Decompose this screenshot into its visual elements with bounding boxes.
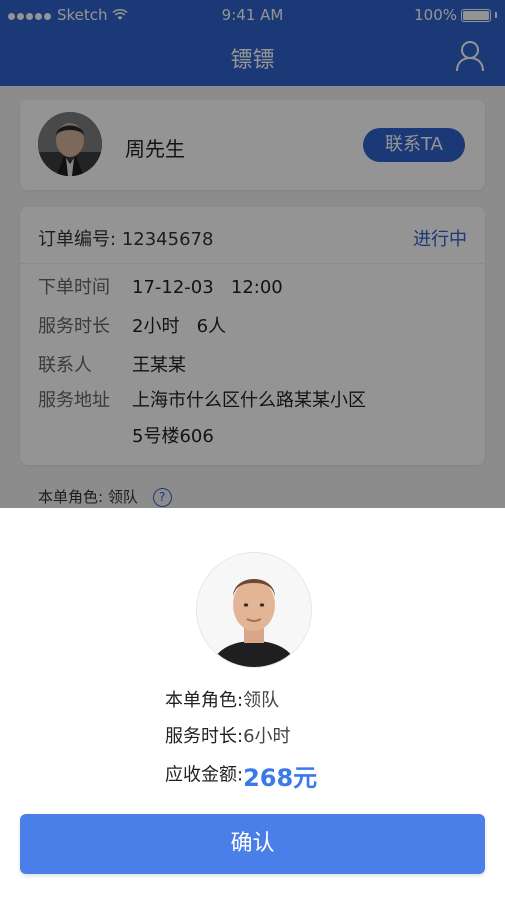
amount-value: 268元 [243, 764, 318, 792]
role-label: 本单角色: [165, 690, 244, 711]
duration-value: 6小时 [243, 726, 291, 747]
avatar [196, 552, 312, 668]
duration-info: 服务时长:6小时 [165, 722, 291, 748]
bottom-sheet: 本单角色:领队 服务时长:6小时 应收金额:268元 确认 [0, 508, 505, 900]
amount-label: 应收金额: [165, 764, 244, 786]
duration-label: 服务时长: [165, 726, 244, 747]
confirm-button[interactable]: 确认 [20, 814, 485, 874]
modal-overlay[interactable] [0, 0, 505, 508]
role-value: 领队 [243, 690, 280, 711]
amount-info: 应收金额:268元 [165, 758, 317, 793]
role-info: 本单角色:领队 [165, 686, 279, 712]
